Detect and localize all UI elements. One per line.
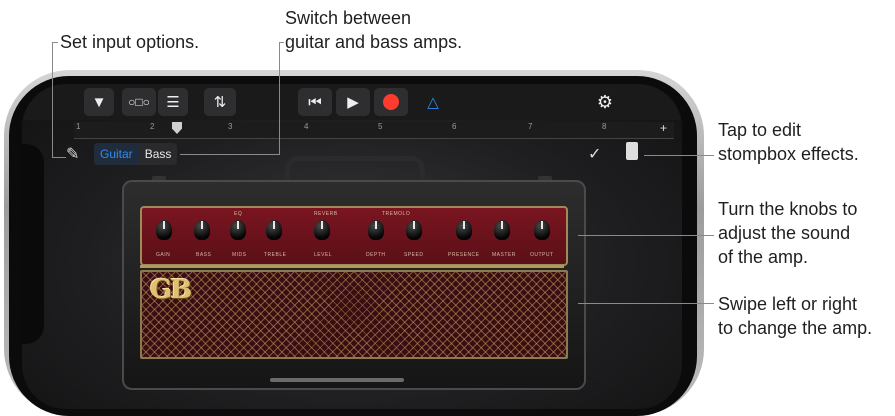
ruler-mark: 6 [452, 122, 457, 131]
leader-line [52, 42, 53, 157]
knob-label: PRESENCE [448, 252, 480, 258]
group-label: EQ [234, 211, 243, 217]
callout-stompbox: Tap to edit stompbox effects. [718, 120, 859, 164]
knob-label: GAIN [156, 252, 171, 258]
home-indicator[interactable] [270, 378, 404, 382]
tracks-view-icon[interactable]: ○□○ [122, 88, 156, 116]
ruler-mark: 2 [150, 122, 155, 131]
rewind-icon[interactable]: ⏮ [298, 88, 332, 116]
gain-knob[interactable] [156, 220, 172, 240]
callout-knobs: Turn the knobs to adjust the sound of th… [718, 199, 858, 267]
knob-label: DEPTH [366, 252, 386, 258]
knob-label: BASS [196, 252, 212, 258]
amp-control-panel: EQ REVERB TREMOLO GAIN BASS MIDS TREBLE … [140, 206, 568, 266]
treble-knob[interactable] [266, 220, 282, 240]
input-settings-icon[interactable]: ✎ [66, 144, 79, 164]
garageband-screen: ▼ ○□○ ☰ ⇅ ⏮ ▶ △ ⚙ 1 2 3 4 5 6 7 8 + ✎ Gu… [22, 84, 682, 409]
eq-sliders-icon[interactable]: ⇅ [204, 88, 236, 116]
settings-icon[interactable]: ⚙ [590, 88, 620, 116]
timeline-ruler[interactable]: 1 2 3 4 5 6 7 8 + [74, 121, 674, 139]
knob-label: SPEED [404, 252, 424, 258]
level-knob[interactable] [314, 220, 330, 240]
speed-knob[interactable] [406, 220, 422, 240]
dropdown-icon[interactable]: ▼ [84, 88, 114, 116]
knob-label: MIDS [232, 252, 247, 258]
group-label: TREMOLO [382, 211, 411, 217]
amp-type-bass[interactable]: Bass [139, 143, 178, 165]
ruler-mark: 4 [304, 122, 309, 131]
stompbox-icon[interactable] [626, 142, 638, 160]
leader-line [644, 155, 714, 156]
knob-label: TREBLE [264, 252, 287, 258]
amp-trim [140, 265, 564, 268]
leader-line [52, 157, 66, 158]
group-label: REVERB [314, 211, 338, 217]
ruler-mark: 3 [228, 122, 233, 131]
mids-knob[interactable] [230, 220, 246, 240]
leader-line [180, 154, 280, 155]
bass-knob[interactable] [194, 220, 210, 240]
play-icon[interactable]: ▶ [336, 88, 370, 116]
ruler-mark: 5 [378, 122, 383, 131]
leader-line [578, 303, 714, 304]
amp-grill[interactable] [140, 270, 568, 359]
mixer-list-icon[interactable]: ☰ [158, 88, 188, 116]
record-icon[interactable] [374, 88, 408, 116]
knob-label: OUTPUT [530, 252, 554, 258]
notch [22, 144, 44, 344]
gb-logo: GB [150, 275, 192, 305]
callout-input-options: Set input options. [60, 32, 200, 52]
master-knob[interactable] [494, 220, 510, 240]
amp-type-selector[interactable]: Guitar Bass [94, 143, 178, 165]
add-section-button[interactable]: + [660, 121, 667, 135]
knob-label: LEVEL [314, 252, 333, 258]
ruler-mark: 1 [76, 122, 81, 131]
output-knob[interactable] [534, 220, 550, 240]
tuner-icon[interactable]: ✓ [588, 144, 601, 164]
knob-label: MASTER [492, 252, 516, 258]
amp-type-guitar[interactable]: Guitar [94, 143, 139, 165]
ruler-mark: 7 [528, 122, 533, 131]
presence-knob[interactable] [456, 220, 472, 240]
depth-knob[interactable] [368, 220, 384, 240]
metronome-icon[interactable]: △ [418, 88, 448, 116]
leader-line [279, 42, 280, 154]
leader-line [578, 235, 714, 236]
control-bar: ▼ ○□○ ☰ ⇅ ⏮ ▶ △ ⚙ [22, 84, 682, 120]
callout-switch-amps: Switch between guitar and bass amps. [285, 8, 463, 52]
callout-swipe: Swipe left or right to change the amp. [718, 294, 873, 338]
ruler-mark: 8 [602, 122, 607, 131]
